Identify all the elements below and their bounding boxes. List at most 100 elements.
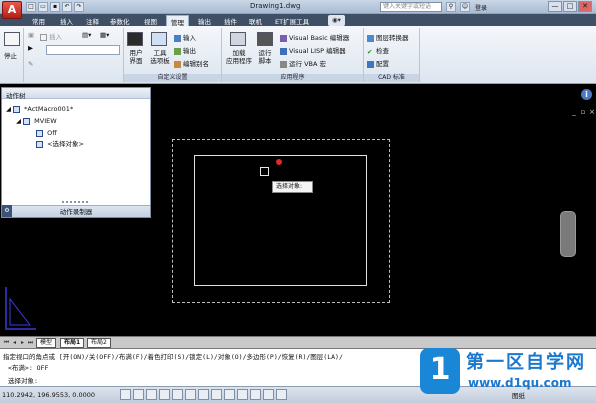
search-icon[interactable]: ⚲ bbox=[446, 2, 456, 12]
panel-customization: 用户 界面 工具 选项板 输入 输出 编辑别名 自定义设置 bbox=[124, 28, 222, 82]
vb-editor-button[interactable]: Visual Basic 编辑器 bbox=[280, 32, 349, 42]
panel-applications: 加载 应用程序 运行 脚本 Visual Basic 编辑器 Visual LISP… bbox=[222, 28, 364, 82]
new-file-icon[interactable]: □ bbox=[26, 2, 36, 12]
import-button[interactable]: 输入 bbox=[174, 32, 196, 42]
selection-cycling-icon[interactable] bbox=[263, 389, 274, 400]
run-script-button[interactable]: 运行 脚本 bbox=[255, 49, 275, 65]
osnap-icon[interactable] bbox=[172, 389, 183, 400]
command-name: MVIEW bbox=[34, 117, 57, 125]
first-tab-icon[interactable]: ⏮ bbox=[3, 339, 10, 346]
command-prompt-line: 指定视口的角点或 [开(ON)/关(OFF)/布满(F)/着色打印(S)/锁定(… bbox=[3, 353, 343, 361]
tab-model[interactable]: 模型 bbox=[36, 338, 57, 348]
collapse-icon[interactable]: ◢ bbox=[16, 117, 21, 125]
tab-layout1[interactable]: 布局1 bbox=[60, 338, 85, 348]
save-icon[interactable]: ▪ bbox=[50, 2, 60, 12]
snap-icon[interactable] bbox=[120, 389, 131, 400]
quick-properties-icon[interactable] bbox=[250, 389, 261, 400]
tab-layout2[interactable]: 布局2 bbox=[87, 338, 111, 348]
check-button[interactable]: ✔ 检查 bbox=[367, 45, 389, 56]
user-input-icon[interactable]: ▦▾ bbox=[100, 31, 109, 39]
record-icon[interactable]: ▣ bbox=[28, 31, 34, 39]
site-name: 第一区自学网 bbox=[466, 352, 586, 373]
info-icon[interactable]: i bbox=[581, 89, 592, 100]
login-link[interactable]: 登录 bbox=[475, 3, 487, 12]
last-tab-icon[interactable]: ⏭ bbox=[27, 339, 34, 346]
aliases-icon bbox=[174, 60, 181, 68]
grid-icon[interactable] bbox=[133, 389, 144, 400]
export-button[interactable]: 输出 bbox=[174, 45, 196, 55]
command-node[interactable]: ◢ MVIEW bbox=[16, 117, 57, 125]
tab-view[interactable]: 视图 bbox=[140, 15, 161, 26]
request-icon bbox=[36, 140, 43, 148]
option-value: Off bbox=[47, 129, 57, 137]
minimize-button[interactable]: — bbox=[548, 1, 562, 12]
macro-dropdown[interactable] bbox=[46, 45, 120, 55]
tab-annotate[interactable]: 注释 bbox=[82, 15, 103, 26]
site-url: www.d1qu.com bbox=[468, 376, 572, 390]
pin-icon[interactable]: ✎ bbox=[28, 60, 33, 68]
tab-manage[interactable]: 管理 bbox=[166, 15, 189, 27]
open-file-icon[interactable]: ▭ bbox=[38, 2, 48, 12]
tab-home[interactable]: 常用 bbox=[28, 15, 49, 26]
search-input[interactable]: 键入关键字或短语 bbox=[380, 2, 442, 12]
layer-translator-button[interactable]: 图层转换器 bbox=[367, 32, 409, 42]
run-vba-button[interactable]: 运行 VBA 宏 bbox=[280, 58, 326, 68]
application-menu-button[interactable]: A bbox=[2, 1, 22, 19]
ducs-icon[interactable] bbox=[198, 389, 209, 400]
palette-settings-icon[interactable]: ⚙ bbox=[2, 205, 12, 217]
cui-icon bbox=[127, 32, 143, 46]
prev-tab-icon[interactable]: ◂ bbox=[11, 339, 18, 346]
next-tab-icon[interactable]: ▸ bbox=[19, 339, 26, 346]
close-button[interactable]: ✕ bbox=[578, 1, 592, 12]
value-node[interactable]: Off bbox=[36, 129, 57, 137]
stop-icon bbox=[4, 32, 20, 46]
viewport-rectangle[interactable] bbox=[194, 155, 367, 286]
request-node[interactable]: <选择对象> bbox=[36, 140, 84, 148]
export-icon bbox=[174, 47, 181, 55]
coordinates-readout: 110.2942, 196.9553, 0.0000 bbox=[2, 391, 96, 399]
redo-icon[interactable]: ↷ bbox=[74, 2, 84, 12]
vb-icon bbox=[280, 34, 287, 42]
dyn-icon[interactable] bbox=[211, 389, 222, 400]
tab-parametric[interactable]: 参数化 bbox=[106, 15, 134, 26]
transparency-icon[interactable] bbox=[237, 389, 248, 400]
macro-icon bbox=[13, 105, 21, 113]
load-application-button[interactable]: 加载 应用程序 bbox=[224, 49, 254, 65]
vba-icon bbox=[280, 60, 287, 68]
tab-insert[interactable]: 插入 bbox=[56, 15, 77, 26]
applications-panel-title: 应用程序 bbox=[222, 74, 363, 82]
cad-standards-panel-title: CAD 标准 bbox=[364, 74, 419, 82]
insert-message-button[interactable]: 插入 bbox=[40, 31, 62, 41]
polar-icon[interactable] bbox=[159, 389, 170, 400]
configure-icon bbox=[367, 60, 374, 68]
preference-icon[interactable]: ▤▾ bbox=[82, 31, 91, 39]
maximize-button[interactable]: □ bbox=[563, 1, 577, 12]
doc-restore-icon[interactable]: ▫ bbox=[579, 108, 587, 116]
tab-plugins[interactable]: 插件 bbox=[220, 15, 241, 26]
ribbon-minimize-icon[interactable]: ◉▾ bbox=[328, 15, 345, 26]
collapse-icon[interactable]: ◢ bbox=[6, 105, 11, 113]
edit-aliases-button[interactable]: 编辑别名 bbox=[174, 58, 209, 68]
lisp-editor-button[interactable]: Visual LISP 编辑器 bbox=[280, 45, 346, 55]
undo-icon[interactable]: ↶ bbox=[62, 2, 72, 12]
macro-node[interactable]: ◢ *ActMacro001* bbox=[6, 105, 73, 113]
tool-palettes-button[interactable]: 工具 选项板 bbox=[148, 49, 172, 65]
annotation-monitor-icon[interactable] bbox=[276, 389, 287, 400]
tab-online[interactable]: 联机 bbox=[245, 15, 266, 26]
action-recorder-panel: 动作树 ◢ *ActMacro001* ◢ MVIEW Off <选择对象> 动… bbox=[1, 87, 151, 218]
user-interface-button[interactable]: 用户 界面 bbox=[126, 49, 146, 65]
playback-icon[interactable]: ▶ bbox=[28, 44, 33, 52]
tab-express-tools[interactable]: ET扩展工具 bbox=[271, 15, 313, 26]
command-input[interactable]: 选择对象: bbox=[8, 375, 38, 385]
doc-close-icon[interactable]: × bbox=[588, 108, 596, 116]
tab-output[interactable]: 输出 bbox=[194, 15, 215, 26]
doc-minimize-icon[interactable]: _ bbox=[570, 108, 578, 116]
vertical-scrollbar-thumb[interactable] bbox=[560, 211, 576, 257]
lineweight-icon[interactable] bbox=[224, 389, 235, 400]
otrack-icon[interactable] bbox=[185, 389, 196, 400]
command-icon bbox=[23, 117, 31, 125]
stop-button[interactable]: 停止 bbox=[4, 52, 17, 60]
ortho-icon[interactable] bbox=[146, 389, 157, 400]
configure-button[interactable]: 配置 bbox=[367, 58, 389, 68]
user-icon[interactable]: ☺ bbox=[460, 2, 470, 12]
